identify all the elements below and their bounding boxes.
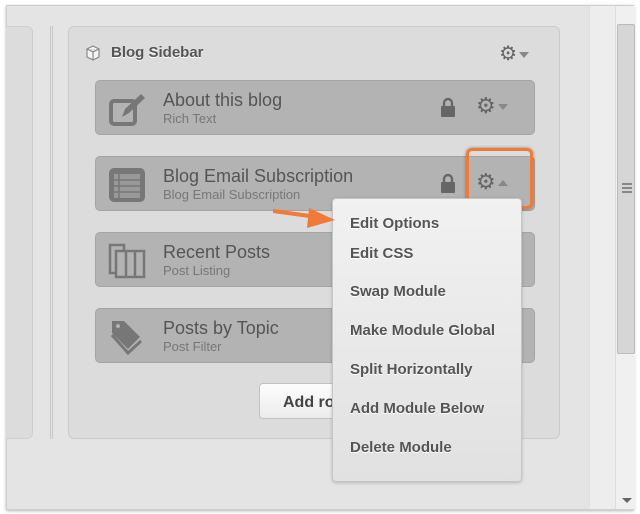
module-type: Post Filter [163, 339, 222, 354]
lock-icon [441, 173, 455, 193]
menu-item-edit-options[interactable]: Edit Options [333, 199, 521, 232]
menu-item-swap-module[interactable]: Swap Module [333, 266, 521, 305]
editor-frame: Blog Sidebar ⚙ About this blog Rich Text… [6, 5, 635, 510]
module-settings-menu: Edit Options Edit CSS Swap Module Make M… [332, 198, 522, 482]
menu-item-edit-css[interactable]: Edit CSS [333, 227, 521, 266]
module-title: About this blog [163, 90, 283, 110]
scrollbar-thumb[interactable] [617, 24, 635, 354]
chevron-down-icon [519, 51, 529, 58]
menu-item-add-module-below[interactable]: Add Module Below [333, 383, 521, 422]
module-type: Rich Text [163, 111, 217, 126]
form-icon [109, 168, 145, 202]
left-column-panel [6, 26, 33, 439]
scroll-down-arrow-icon[interactable] [622, 498, 632, 503]
module-title: Posts by Topic [163, 318, 279, 338]
tag-icon [110, 321, 143, 355]
panel-settings-button[interactable]: ⚙ [499, 41, 529, 66]
lock-icon [441, 97, 455, 117]
scrollbar[interactable] [615, 6, 635, 509]
right-gutter [589, 6, 615, 509]
module-type: Post Listing [163, 263, 231, 278]
module-settings-button[interactable]: ⚙ [476, 94, 508, 118]
column-divider[interactable] [50, 26, 53, 439]
menu-item-delete-module[interactable]: Delete Module [333, 422, 521, 461]
panel-title: Blog Sidebar [111, 44, 204, 61]
post-listing-icon [108, 243, 146, 279]
cube-icon [86, 45, 100, 61]
menu-item-make-module-global[interactable]: Make Module Global [333, 305, 521, 344]
module-about-this-blog[interactable]: About this blog Rich Text ⚙ [95, 80, 535, 135]
annotation-arrow-icon [273, 208, 335, 228]
module-type: Blog Email Subscription [163, 187, 301, 202]
menu-item-split-horizontally[interactable]: Split Horizontally [333, 344, 521, 383]
module-title: Blog Email Subscription [163, 166, 354, 186]
edit-icon [109, 94, 145, 126]
chevron-down-icon [497, 104, 508, 111]
grip-icon [622, 183, 632, 193]
module-title: Recent Posts [163, 242, 271, 262]
gear-icon: ⚙ [476, 93, 496, 118]
gear-icon: ⚙ [499, 43, 517, 65]
